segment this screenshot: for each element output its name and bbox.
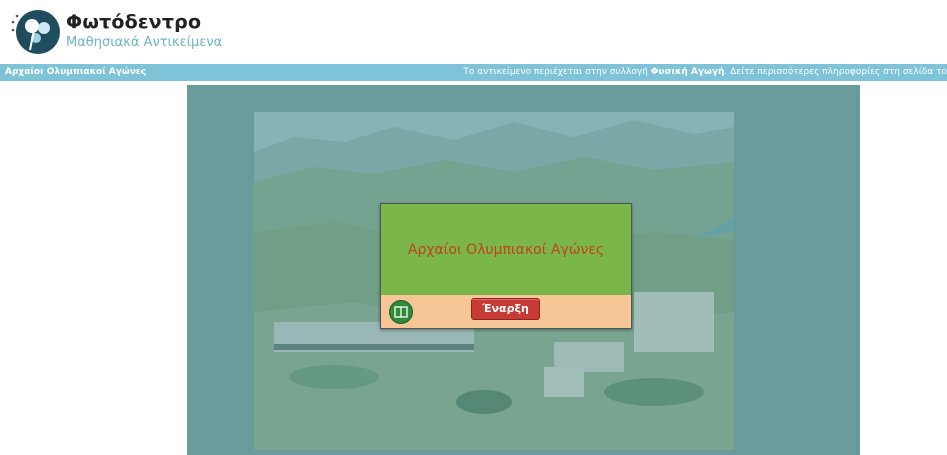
start-button[interactable]: Έναρξη bbox=[471, 298, 540, 320]
book-icon[interactable] bbox=[389, 300, 413, 324]
site-header: Φωτόδεντρο Μαθησιακά Αντικείμενα bbox=[0, 0, 947, 62]
collection-prefix: Το αντικείμενο περιέχεται στην συλλογή bbox=[463, 67, 651, 77]
dialog-title: Αρχαίοι Ολυμπιακοί Αγώνες bbox=[407, 242, 605, 258]
open-book-icon bbox=[394, 306, 408, 318]
collection-link[interactable]: Φυσική Αγωγή bbox=[651, 67, 725, 77]
collection-suffix: . Δείτε περισσότερες πληροφορίες στη σελ… bbox=[724, 67, 947, 77]
photodentro-logo-icon[interactable] bbox=[8, 6, 60, 58]
dialog-action-bar: Έναρξη bbox=[381, 295, 631, 328]
learning-object-stage: Αρχαίοι Ολυμπιακοί Αγώνες Έναρξη bbox=[187, 85, 860, 455]
dialog-title-panel: Αρχαίοι Ολυμπιακοί Αγώνες bbox=[381, 204, 631, 295]
logo-subtitle: Μαθησιακά Αντικείμενα bbox=[66, 35, 223, 50]
object-title: Αρχαίοι Ολυμπιακοί Αγώνες bbox=[5, 67, 147, 77]
logo-title[interactable]: Φωτόδεντρο bbox=[66, 11, 201, 33]
start-dialog: Αρχαίοι Ολυμπιακοί Αγώνες Έναρξη bbox=[380, 203, 632, 329]
collection-note: Το αντικείμενο περιέχεται στην συλλογή Φ… bbox=[463, 64, 947, 81]
info-bar: Αρχαίοι Ολυμπιακοί Αγώνες Το αντικείμενο… bbox=[0, 64, 947, 81]
